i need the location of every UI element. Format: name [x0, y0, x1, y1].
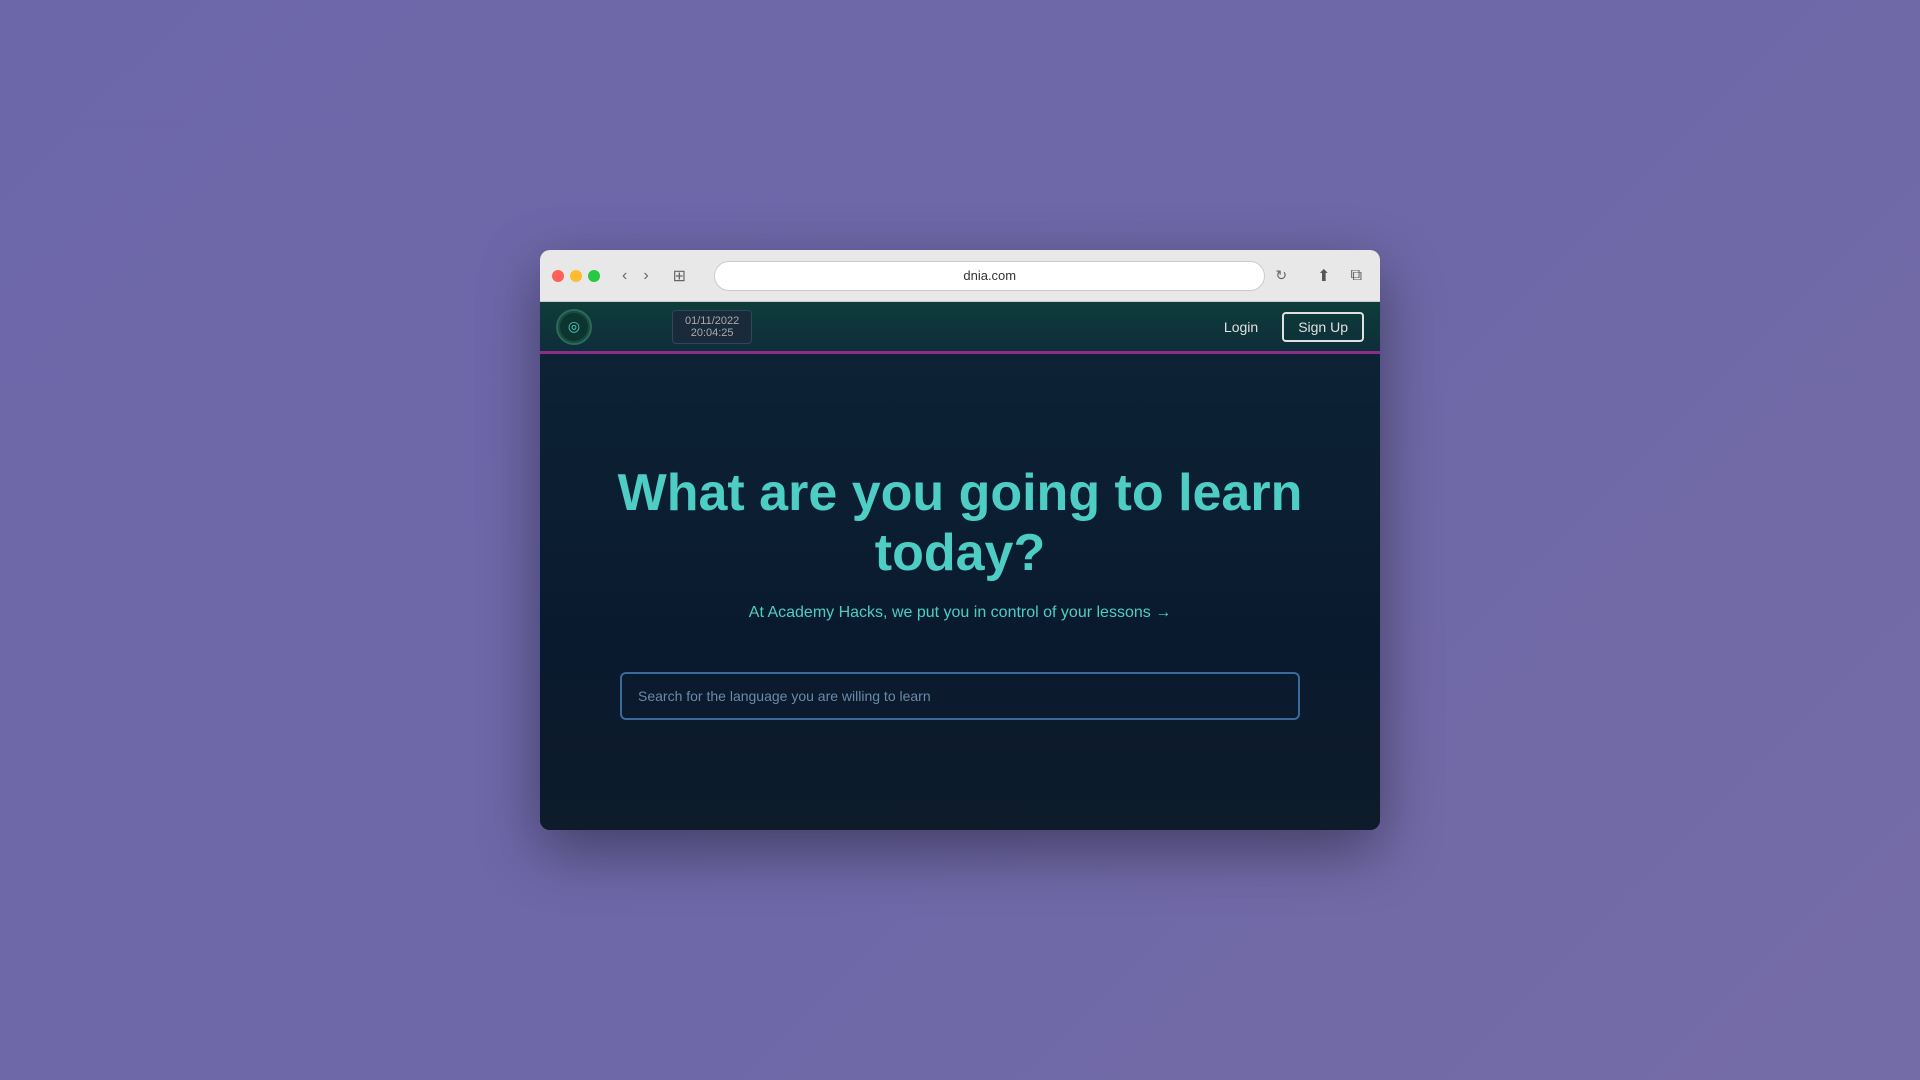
share-button[interactable]: ⬆ — [1311, 262, 1336, 290]
traffic-lights — [552, 270, 600, 282]
address-bar[interactable]: dnia.com — [714, 261, 1265, 291]
nav-buttons: ‹ › — [616, 263, 655, 289]
forward-button[interactable]: › — [637, 263, 654, 289]
hero-subtitle: At Academy Hacks, we put you in control … — [749, 604, 1171, 622]
site-nav: ◎ 01/11/2022 20:04:25 Login Sign Up — [540, 302, 1380, 354]
refresh-button[interactable]: ↻ — [1271, 263, 1291, 288]
browser-chrome: ‹ › ⊞ dnia.com ↻ ⬆ ⧉ — [540, 250, 1380, 302]
search-container — [620, 672, 1300, 720]
website-content: ◎ 01/11/2022 20:04:25 Login Sign Up What… — [540, 302, 1380, 830]
signup-button[interactable]: Sign Up — [1282, 312, 1364, 342]
login-button[interactable]: Login — [1212, 313, 1270, 341]
datetime-date: 01/11/2022 — [685, 315, 739, 327]
site-logo: ◎ — [556, 309, 592, 345]
hero-title: What are you going to learn today? — [600, 464, 1320, 584]
datetime-time: 20:04:25 — [685, 327, 739, 339]
tabs-button[interactable]: ⧉ — [1345, 263, 1368, 289]
datetime-badge: 01/11/2022 20:04:25 — [672, 310, 752, 344]
minimize-button[interactable] — [570, 270, 582, 282]
browser-window: ‹ › ⊞ dnia.com ↻ ⬆ ⧉ ◎ 01/11/2022 2 — [540, 250, 1380, 830]
url-text: dnia.com — [963, 268, 1016, 283]
sidebar-toggle-button[interactable]: ⊞ — [665, 262, 694, 290]
close-button[interactable] — [552, 270, 564, 282]
back-button[interactable]: ‹ — [616, 263, 633, 289]
maximize-button[interactable] — [588, 270, 600, 282]
logo-inner: ◎ — [560, 313, 588, 341]
language-search-input[interactable] — [620, 672, 1300, 720]
address-bar-container: dnia.com ↻ — [714, 261, 1291, 291]
browser-actions: ⬆ ⧉ — [1311, 262, 1368, 290]
hero-section: What are you going to learn today? At Ac… — [540, 354, 1380, 830]
logo-icon: ◎ — [568, 318, 580, 335]
nav-right: Login Sign Up — [1212, 312, 1364, 342]
